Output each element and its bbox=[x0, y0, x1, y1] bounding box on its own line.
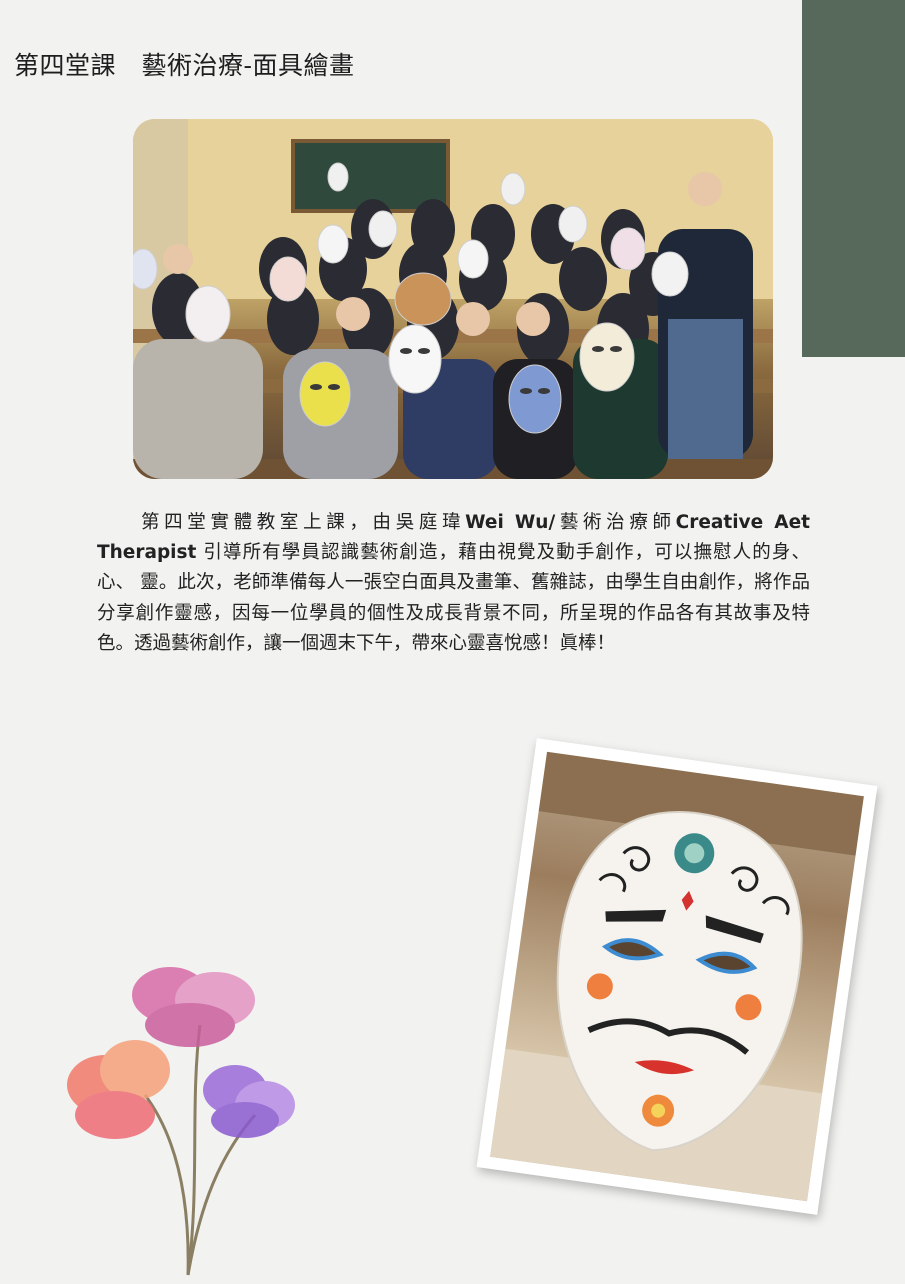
body-text-part: 第四堂實體教室上課，由吳庭瑋 bbox=[141, 512, 466, 533]
group-photo bbox=[133, 119, 773, 479]
accent-bar bbox=[802, 0, 905, 357]
instructor-name: Wei Wu/ bbox=[465, 512, 556, 533]
mask-photo bbox=[476, 738, 878, 1215]
body-text-part: 引導所有學員認識藝術創造，藉由視覺及動手創作，可以撫慰人的身、心、 靈。此次，老… bbox=[97, 542, 810, 654]
body-text-part: 藝術治療師 bbox=[555, 512, 676, 533]
page-title: 第四堂課 藝術治療-面具繪畫 bbox=[14, 51, 355, 80]
body-paragraph: 第四堂實體教室上課，由吳庭瑋Wei Wu/藝術治療師Creative Aet T… bbox=[97, 508, 810, 659]
watercolor-flowers-illustration bbox=[60, 955, 320, 1280]
